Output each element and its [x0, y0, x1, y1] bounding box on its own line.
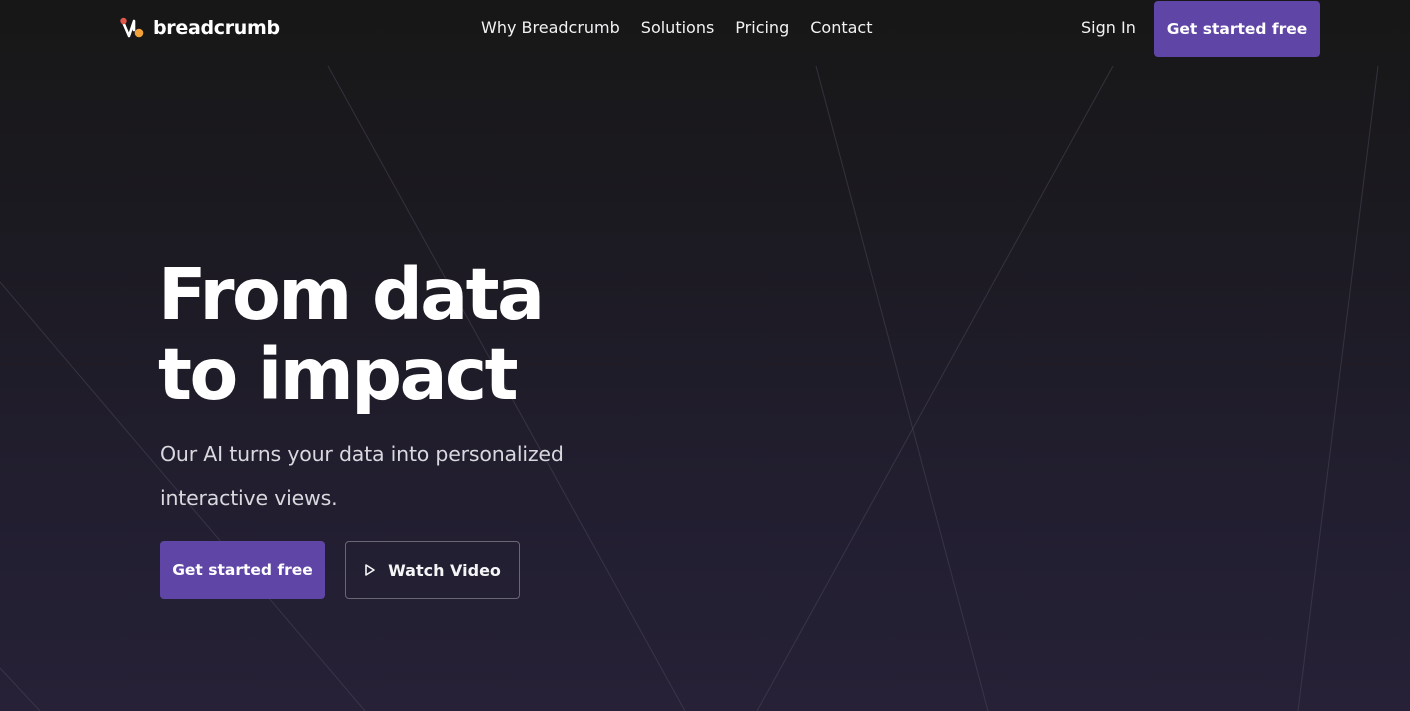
nav-get-started-button[interactable]: Get started free [1154, 1, 1320, 57]
nav-link-why-breadcrumb[interactable]: Why Breadcrumb [481, 17, 620, 39]
nav-link-solutions[interactable]: Solutions [641, 17, 715, 39]
hero-title-line-1: From data [158, 253, 545, 336]
hero-title: From data to impact [158, 255, 718, 415]
watch-video-button[interactable]: Watch Video [345, 541, 520, 599]
play-icon [365, 564, 375, 576]
nav-link-pricing[interactable]: Pricing [735, 17, 789, 39]
top-navigation: breadcrumb Why Breadcrumb Solutions Pric… [0, 0, 1410, 58]
hero-title-line-2: to impact [158, 333, 519, 416]
nav-link-contact[interactable]: Contact [810, 17, 872, 39]
sign-in-link[interactable]: Sign In [1081, 17, 1136, 39]
breadcrumb-logo-icon [120, 17, 144, 38]
main-menu: Why Breadcrumb Solutions Pricing Contact [481, 17, 872, 39]
hero-actions: Get started free Watch Video [160, 541, 520, 599]
brand-name: breadcrumb [153, 17, 280, 39]
brand-logo[interactable]: breadcrumb [119, 16, 280, 40]
hero-subtitle: Our AI turns your data into personalized… [160, 442, 564, 510]
watch-video-label: Watch Video [388, 560, 501, 580]
hero-get-started-button[interactable]: Get started free [160, 541, 325, 599]
